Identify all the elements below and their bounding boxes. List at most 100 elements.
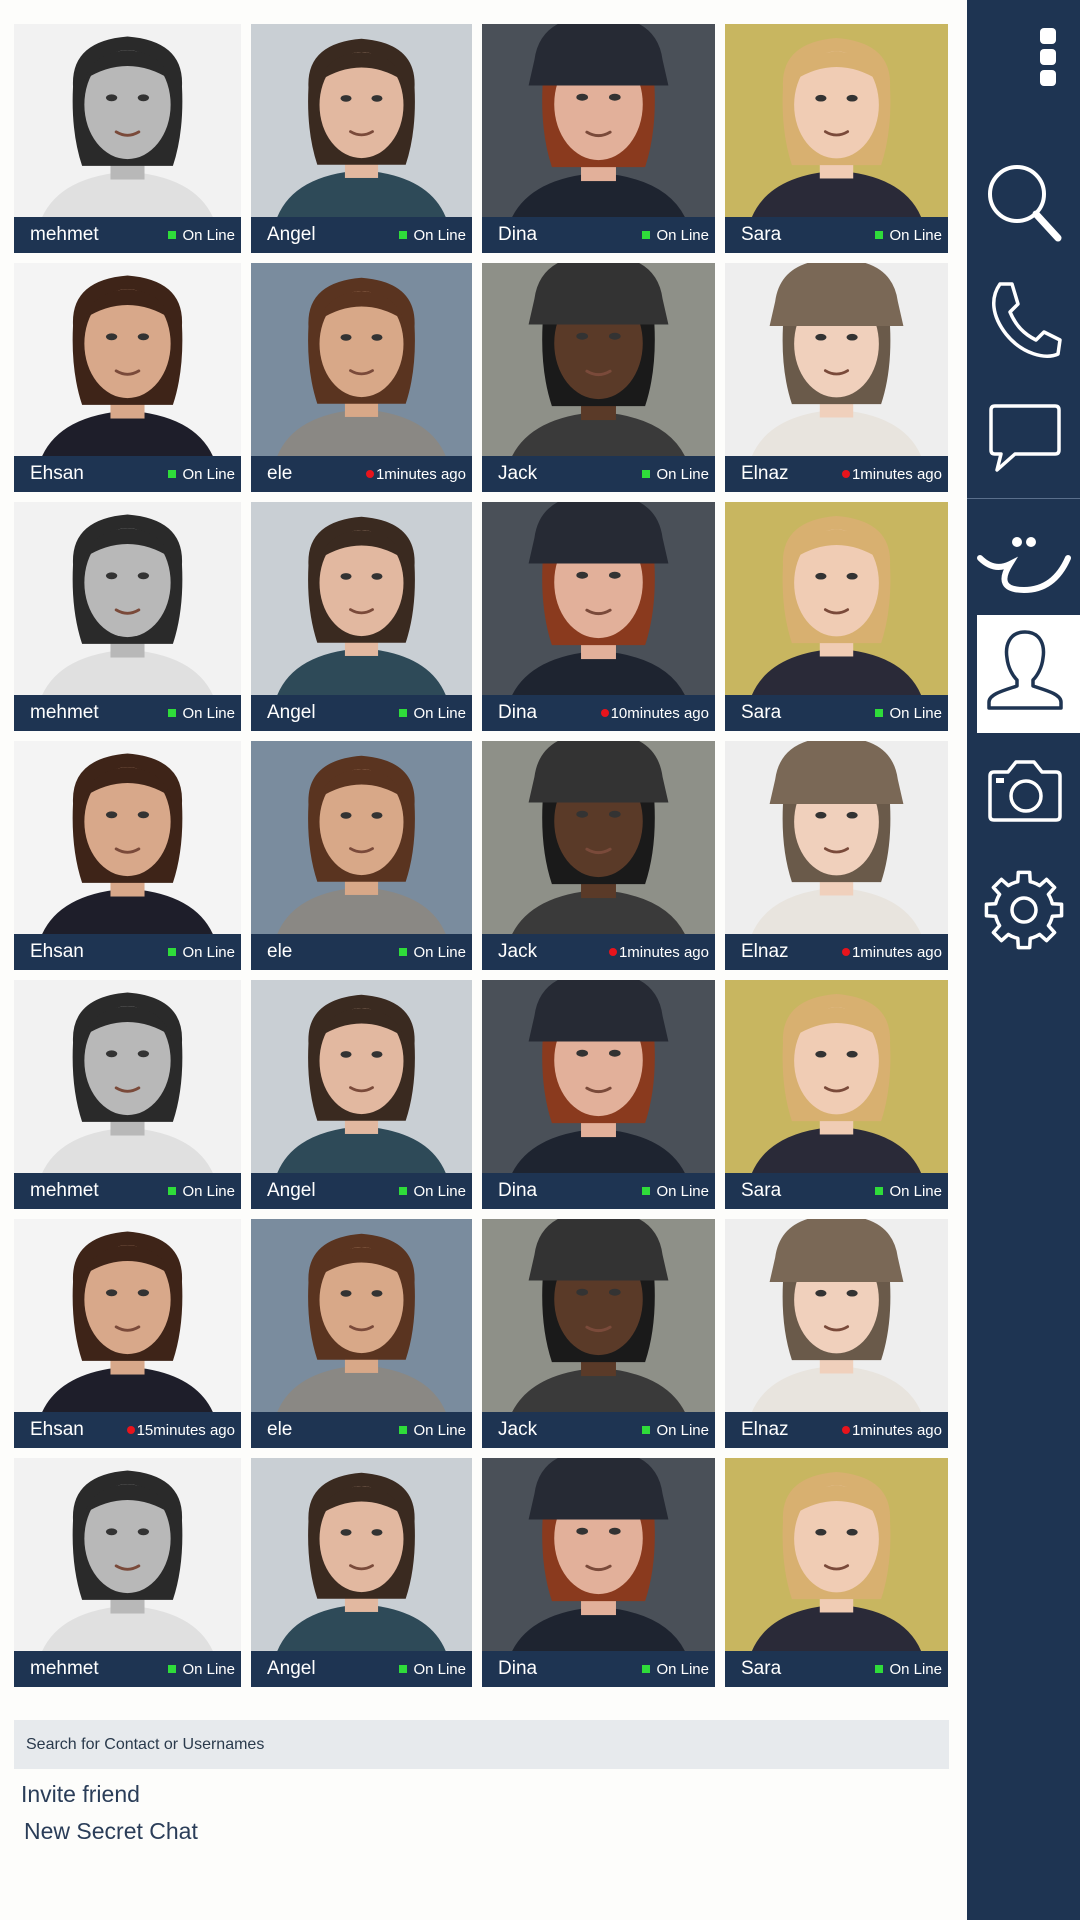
contact-status: On Line [875,705,942,722]
search-icon[interactable] [983,160,1063,244]
status-text: On Line [656,465,709,483]
away-indicator [600,709,609,717]
contact-card[interactable]: Elnaz 1minutes ago [725,741,948,970]
contact-card[interactable]: Sara On Line [725,980,948,1209]
online-indicator [399,948,408,956]
contact-info-bar: Sara On Line [725,217,948,253]
contact-avatar [251,502,472,695]
contact-name: ele [267,941,293,962]
contact-status: On Line [168,466,235,483]
contact-avatar [482,1458,715,1651]
contact-name: Jack [498,1419,538,1440]
contact-name: mehmet [30,1658,99,1679]
contact-avatar [725,980,948,1173]
contact-status: 15minutes ago [126,1422,235,1439]
contact-status: 1minutes ago [365,466,466,483]
contact-info-bar: Sara On Line [725,1651,948,1687]
contact-info-bar: Sara On Line [725,695,948,731]
contact-grid: mehmet On Line Angel On Line Dina On Lin… [14,24,950,1687]
contact-card[interactable]: Jack On Line [482,1219,715,1448]
online-indicator [875,1187,884,1195]
contact-info-bar: ele 1minutes ago [251,456,472,492]
contact-card[interactable]: mehmet On Line [14,502,241,731]
sidebar-divider [967,498,1080,499]
contact-card[interactable]: ele On Line [251,741,472,970]
contact-card[interactable]: Ehsan 15minutes ago [14,1219,241,1448]
away-indicator [841,948,850,956]
contact-card[interactable]: Dina On Line [482,980,715,1209]
contact-info-bar: Angel On Line [251,1173,472,1209]
contact-card[interactable]: ele 1minutes ago [251,263,472,492]
contact-info-bar: Ehsan On Line [14,456,241,492]
contact-avatar [482,502,715,695]
smiley-icon[interactable] [974,528,1074,598]
contact-card[interactable]: Angel On Line [251,980,472,1209]
contact-card[interactable]: Dina On Line [482,1458,715,1687]
online-indicator [875,231,884,239]
contact-name: Ehsan [30,1419,84,1440]
online-indicator [168,470,177,478]
contact-info-bar: Dina On Line [482,217,715,253]
contact-card[interactable]: Sara On Line [725,24,948,253]
contact-info-bar: mehmet On Line [14,217,241,253]
contact-card[interactable]: Angel On Line [251,502,472,731]
contact-avatar [725,24,948,217]
contact-info-bar: Elnaz 1minutes ago [725,934,948,970]
contact-info-bar: Dina On Line [482,1173,715,1209]
camera-icon[interactable] [986,758,1064,824]
contact-card[interactable]: Elnaz 1minutes ago [725,1219,948,1448]
online-indicator [399,1426,408,1434]
online-indicator [642,470,651,478]
status-text: 1minutes ago [618,943,709,961]
contact-card[interactable]: Ehsan On Line [14,263,241,492]
contact-card[interactable]: Dina On Line [482,24,715,253]
contact-info-bar: Jack 1minutes ago [482,934,715,970]
contact-name: Jack [498,941,538,962]
new-secret-chat-link[interactable]: New Secret Chat [24,1818,198,1845]
more-icon[interactable] [1038,26,1060,88]
contact-info-bar: mehmet On Line [14,1651,241,1687]
contact-status: On Line [168,1183,235,1200]
contact-card[interactable]: Angel On Line [251,1458,472,1687]
contact-card[interactable]: ele On Line [251,1219,472,1448]
contact-avatar [482,1219,715,1412]
phone-icon[interactable] [986,280,1064,360]
contact-avatar [14,502,241,695]
profile-icon[interactable] [985,628,1065,712]
contact-name: mehmet [30,1180,99,1201]
contact-card[interactable]: Sara On Line [725,502,948,731]
chat-icon[interactable] [987,402,1063,474]
contact-avatar [14,741,241,934]
contact-card[interactable]: Dina 10minutes ago [482,502,715,731]
contact-info-bar: Dina 10minutes ago [482,695,715,731]
contact-card[interactable]: mehmet On Line [14,980,241,1209]
contact-status: 1minutes ago [841,944,942,961]
contact-info-bar: Angel On Line [251,695,472,731]
contact-name: Dina [498,224,538,245]
contact-avatar [725,263,948,456]
online-indicator [875,1665,884,1673]
contact-card[interactable]: Jack 1minutes ago [482,741,715,970]
contact-status: On Line [642,1661,709,1678]
contact-name: Dina [498,702,538,723]
gear-icon[interactable] [982,868,1066,952]
search-input[interactable] [14,1720,949,1769]
contact-info-bar: mehmet On Line [14,695,241,731]
contact-avatar [725,1219,948,1412]
contact-status: On Line [168,227,235,244]
online-indicator [399,1187,408,1195]
contact-card[interactable]: Angel On Line [251,24,472,253]
away-indicator [608,948,617,956]
contact-card[interactable]: Elnaz 1minutes ago [725,263,948,492]
invite-friend-link[interactable]: Invite friend [21,1781,140,1808]
contact-card[interactable]: Ehsan On Line [14,741,241,970]
contact-card[interactable]: Sara On Line [725,1458,948,1687]
contact-card[interactable]: Jack On Line [482,263,715,492]
contact-name: Angel [267,1180,316,1201]
status-text: On Line [182,226,235,244]
contact-avatar [725,741,948,934]
away-indicator [841,470,850,478]
contact-card[interactable]: mehmet On Line [14,24,241,253]
contact-card[interactable]: mehmet On Line [14,1458,241,1687]
contact-name: Elnaz [741,1419,789,1440]
